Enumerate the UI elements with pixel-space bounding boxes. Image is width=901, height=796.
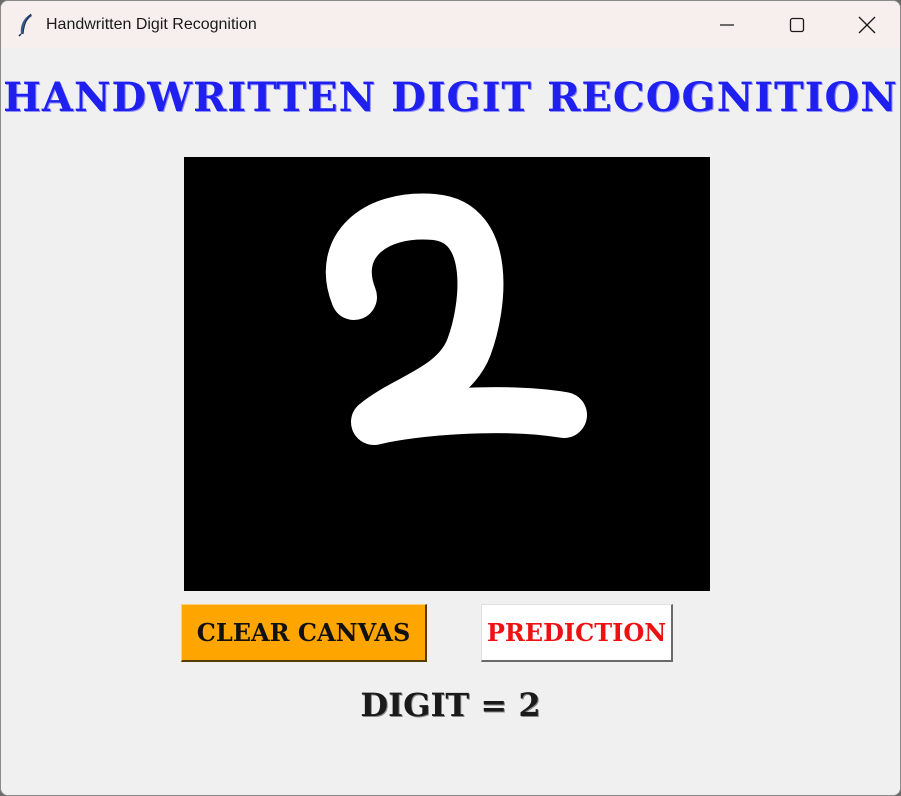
window-title: Handwritten Digit Recognition <box>46 16 257 33</box>
prediction-result: DIGIT = 2 <box>360 686 541 724</box>
prediction-button[interactable]: PREDICTION <box>481 604 673 662</box>
minimize-button[interactable] <box>692 1 762 48</box>
minimize-icon <box>719 17 735 33</box>
close-button[interactable] <box>832 1 900 48</box>
page-title: HANDWRITTEN DIGIT RECOGNITION <box>3 74 898 121</box>
digit-stroke <box>325 193 587 445</box>
drawing-canvas[interactable] <box>184 157 710 591</box>
feather-icon <box>17 13 35 37</box>
maximize-button[interactable] <box>762 1 832 48</box>
close-icon <box>858 16 876 34</box>
app-window: Handwritten Digit Recognition HANDWRITTE… <box>0 0 901 796</box>
maximize-icon <box>789 17 805 33</box>
title-bar[interactable]: Handwritten Digit Recognition <box>1 1 900 48</box>
clear-canvas-button[interactable]: CLEAR CANVAS <box>181 604 427 662</box>
app-content: HANDWRITTEN DIGIT RECOGNITION CLEAR CANV… <box>1 48 900 795</box>
